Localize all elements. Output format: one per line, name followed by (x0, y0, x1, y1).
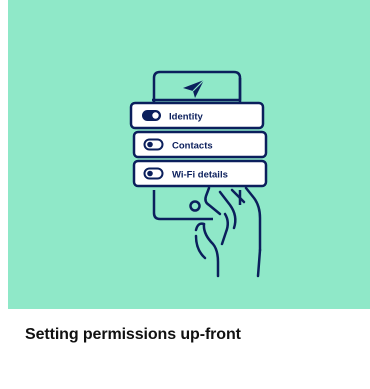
paper-plane-icon (183, 79, 205, 98)
permission-label: Contacts (172, 141, 213, 152)
card-illustration: Identity Contacts Wi-Fi details (8, 0, 370, 309)
toggle-icon[interactable] (142, 110, 161, 121)
article-card[interactable]: Identity Contacts Wi-Fi details Setting … (8, 0, 370, 389)
toggle-icon[interactable] (143, 167, 164, 180)
permission-label: Wi-Fi details (172, 170, 228, 181)
permission-row-wifi-details[interactable]: Wi-Fi details (132, 159, 268, 188)
hand-icon (194, 186, 262, 278)
permission-row-identity[interactable]: Identity (129, 101, 265, 130)
card-title[interactable]: Setting permissions up-front (25, 326, 241, 344)
toggle-icon[interactable] (143, 138, 164, 151)
permission-row-contacts[interactable]: Contacts (132, 130, 268, 159)
permission-label: Identity (169, 112, 203, 123)
phone-permissions-illustration: Identity Contacts Wi-Fi details (129, 70, 268, 278)
